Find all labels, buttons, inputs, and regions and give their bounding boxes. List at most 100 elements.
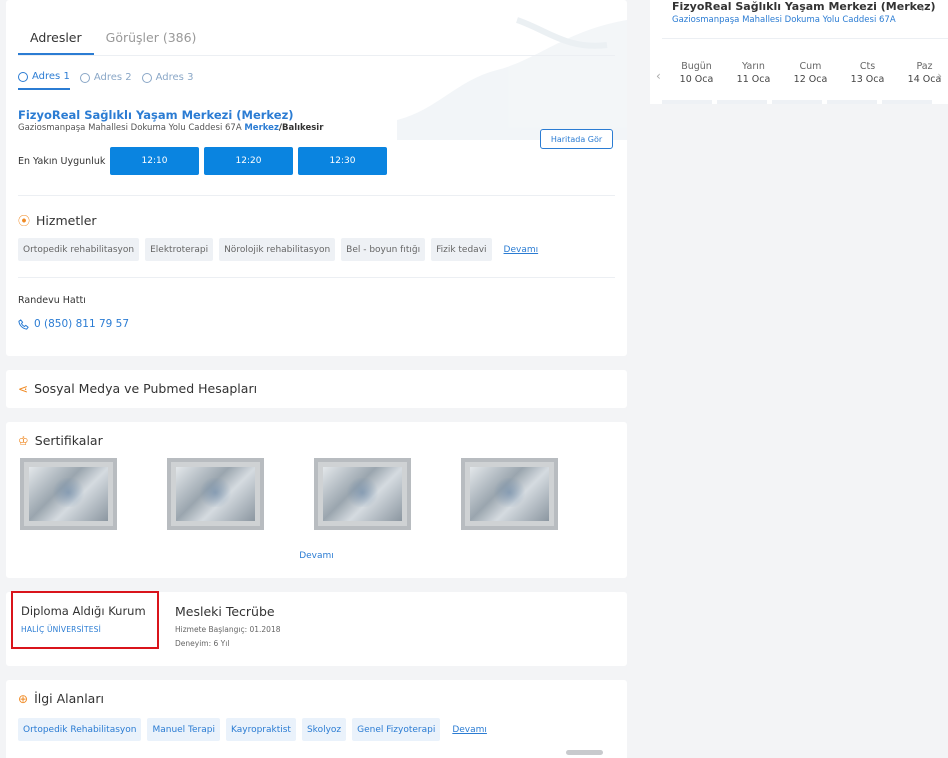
- subtab-address-1[interactable]: Adres 1: [18, 71, 70, 90]
- interests-heading: ⊕ İlgi Alanları: [18, 691, 104, 706]
- booking-panel: FizyoReal Sağlıklı Yaşam Merkezi (Merkez…: [650, 0, 948, 104]
- day-name: Cum: [799, 61, 822, 72]
- time-slot-button[interactable]: 12:20: [204, 147, 293, 175]
- region: /Balıkesir: [278, 123, 324, 133]
- service-chip[interactable]: Fizik tedavi: [431, 238, 492, 261]
- divider: [662, 38, 948, 39]
- pin-icon: [79, 72, 90, 83]
- experience-years: Deneyim: 6 Yıl: [175, 639, 230, 648]
- social-title: Sosyal Medya ve Pubmed Hesapları: [34, 381, 258, 396]
- city[interactable]: Merkez: [244, 123, 279, 133]
- chevron-right-icon[interactable]: ›: [937, 69, 942, 83]
- day-tab[interactable]: Yarın 11 Oca: [725, 61, 782, 85]
- slot-cell[interactable]: [662, 100, 712, 104]
- day-date: 11 Oca: [736, 74, 771, 85]
- certificate-image[interactable]: [314, 458, 411, 530]
- interests-more-link[interactable]: Devamı: [446, 718, 487, 741]
- divider: [18, 277, 615, 278]
- services-more-link[interactable]: Devamı: [498, 238, 539, 261]
- certificate-image[interactable]: [20, 458, 117, 530]
- certificate-image[interactable]: [167, 458, 264, 530]
- subtab-label: Adres 1: [32, 71, 70, 82]
- time-slot-button[interactable]: 12:10: [110, 147, 199, 175]
- divider: [18, 195, 615, 196]
- clinic-address: Gaziosmanpaşa Mahallesi Dokuma Yolu Cadd…: [18, 123, 323, 133]
- day-date: 10 Oca: [679, 74, 714, 85]
- certificates-more-link[interactable]: Devamı: [6, 551, 627, 561]
- slot-row: [662, 100, 932, 104]
- pin-icon: [18, 71, 28, 82]
- interest-chip[interactable]: Manuel Terapi: [147, 718, 220, 741]
- day-date: 12 Oca: [793, 74, 828, 85]
- day-tab[interactable]: Cts 13 Oca: [839, 61, 896, 85]
- clinic-name[interactable]: FizyoReal Sağlıklı Yaşam Merkezi (Merkez…: [18, 108, 294, 122]
- interest-chip[interactable]: Ortopedik Rehabilitasyon: [18, 718, 142, 741]
- day-tab[interactable]: Cum 12 Oca: [782, 61, 839, 85]
- share-icon: ⋖: [18, 381, 29, 396]
- globe-icon: ⊕: [18, 691, 29, 706]
- service-chip[interactable]: Ortopedik rehabilitasyon: [18, 238, 140, 261]
- day-selector: Bugün 10 Oca Yarın 11 Oca Cum 12 Oca Cts 13 …: [668, 61, 948, 85]
- interest-chip[interactable]: Genel Fizyoterapi: [352, 718, 441, 741]
- social-heading[interactable]: ⋖ Sosyal Medya ve Pubmed Hesapları: [18, 381, 257, 396]
- social-card: ⋖ Sosyal Medya ve Pubmed Hesapları: [6, 370, 627, 408]
- time-slots: 12:10 12:20 12:30: [110, 147, 387, 175]
- slot-cell[interactable]: [772, 100, 822, 104]
- certificate-gallery: [20, 458, 558, 530]
- day-name: Bugün: [681, 61, 712, 72]
- services-heading: ⦿ Hizmetler: [18, 212, 97, 229]
- education-card: Diploma Aldığı Kurum HALİÇ ÜNİVERSİTESİ …: [6, 591, 627, 666]
- pin-icon: [141, 72, 152, 83]
- diploma-institution[interactable]: HALİÇ ÜNİVERSİTESİ: [21, 625, 101, 634]
- tabs-divider: [18, 55, 615, 56]
- interests-card: ⊕ İlgi Alanları Ortopedik Rehabilitasyon…: [6, 680, 627, 758]
- map-background: [397, 17, 627, 140]
- diploma-highlight-box: [11, 591, 159, 649]
- certificate-image[interactable]: [461, 458, 558, 530]
- phone-icon: [18, 318, 29, 330]
- address-card: Adresler Görüşler (386) Adres 1 Adres 2 …: [6, 0, 627, 356]
- interest-chip[interactable]: Kayropraktist: [225, 718, 296, 741]
- slot-cell[interactable]: [827, 100, 877, 104]
- interests-list: Ortopedik Rehabilitasyon Manuel Terapi K…: [18, 718, 487, 741]
- subtab-address-2[interactable]: Adres 2: [79, 71, 132, 90]
- chevron-down-icon[interactable]: ⌄: [919, 4, 926, 13]
- street-address: Gaziosmanpaşa Mahallesi Dokuma Yolu Cadd…: [18, 123, 242, 133]
- services-title: Hizmetler: [36, 213, 97, 228]
- certificates-title: Sertifikalar: [34, 433, 103, 448]
- interests-title: İlgi Alanları: [34, 691, 104, 706]
- experience-title: Mesleki Tecrübe: [175, 604, 275, 619]
- hotline-number[interactable]: 0 (850) 811 79 57: [18, 318, 129, 330]
- time-slot-button[interactable]: 12:30: [298, 147, 387, 175]
- services-icon: ⦿: [18, 214, 31, 228]
- booking-clinic-address: Gaziosmanpaşa Mahallesi Dokuma Yolu Cadd…: [672, 15, 896, 25]
- hotline-label: Randevu Hattı: [18, 295, 86, 306]
- service-chip[interactable]: Bel - boyun fıtığı: [341, 238, 426, 261]
- tab-reviews[interactable]: Görüşler (386): [94, 30, 209, 55]
- interest-chip[interactable]: Skolyoz: [301, 718, 347, 741]
- service-chip[interactable]: Nörolojik rehabilitasyon: [219, 238, 336, 261]
- certificates-heading: ♔ Sertifikalar: [18, 433, 103, 448]
- availability-label: En Yakın Uygunluk: [18, 156, 106, 167]
- service-chip[interactable]: Elektroterapi: [145, 238, 214, 261]
- address-subtabs: Adres 1 Adres 2 Adres 3: [18, 71, 193, 90]
- experience-start: Hizmete Başlangıç: 01.2018: [175, 625, 281, 634]
- services-list: Ortopedik rehabilitasyon Elektroterapi N…: [18, 238, 538, 261]
- subtab-label: Adres 2: [93, 72, 132, 83]
- booking-clinic-name[interactable]: FizyoReal Sağlıklı Yaşam Merkezi (Merkez…: [672, 0, 936, 13]
- day-tab[interactable]: Bugün 10 Oca: [668, 61, 725, 85]
- show-on-map-button[interactable]: Haritada Gör: [540, 129, 613, 149]
- hotline-number-text: 0 (850) 811 79 57: [34, 318, 130, 330]
- day-date: 13 Oca: [850, 74, 885, 85]
- subtab-label: Adres 3: [155, 72, 194, 83]
- certificate-icon: ♔: [18, 433, 29, 448]
- day-name: Yarın: [742, 61, 765, 72]
- tab-addresses[interactable]: Adresler: [18, 30, 94, 55]
- chevron-left-icon[interactable]: ‹: [656, 69, 661, 83]
- subtab-address-3[interactable]: Adres 3: [141, 71, 194, 90]
- slot-cell[interactable]: [882, 100, 932, 104]
- address-tabs: Adresler Görüşler (386): [18, 30, 208, 55]
- scrollbar-thumb[interactable]: [566, 750, 603, 755]
- day-name: Cts: [859, 61, 876, 72]
- slot-cell[interactable]: [717, 100, 767, 104]
